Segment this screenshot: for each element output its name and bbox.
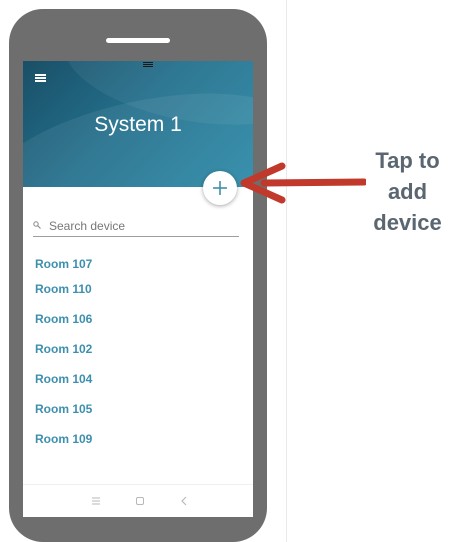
app-screen: System 1 Room 107 Room 110 Room 106 Room… [23, 61, 253, 517]
plus-icon [213, 181, 227, 195]
room-list-item[interactable]: Room 107 [35, 257, 92, 271]
room-list-item[interactable]: Room 102 [35, 342, 92, 356]
room-list-item[interactable]: Room 105 [35, 402, 92, 416]
annotation-line: device [373, 210, 442, 235]
add-device-button[interactable] [203, 171, 237, 205]
arrow-left-icon [240, 162, 366, 204]
tap-to-add-annotation: Tap to add device [360, 145, 452, 238]
speaker-slot [106, 38, 170, 43]
page-divider [286, 0, 287, 542]
menu-icon[interactable] [89, 494, 103, 508]
search-icon [33, 221, 41, 229]
app-header: System 1 [23, 61, 253, 187]
search-field[interactable] [33, 218, 239, 237]
android-nav-bar [23, 484, 253, 517]
room-list-item[interactable]: Room 106 [35, 312, 92, 326]
room-list-item[interactable]: Room 109 [35, 432, 92, 446]
square-home-icon[interactable] [133, 494, 147, 508]
annotation-line: Tap to [375, 148, 440, 173]
hamburger-menu-icon[interactable] [35, 74, 46, 82]
page-title: System 1 [94, 113, 182, 136]
room-list-item[interactable]: Room 110 [35, 282, 92, 296]
room-list-item[interactable]: Room 104 [35, 372, 92, 386]
annotation-line: add [387, 179, 428, 204]
status-bar-icon [143, 61, 153, 68]
phone-frame: System 1 Room 107 Room 110 Room 106 Room… [9, 9, 267, 542]
search-input[interactable] [49, 218, 235, 234]
back-chevron-icon[interactable] [177, 494, 191, 508]
